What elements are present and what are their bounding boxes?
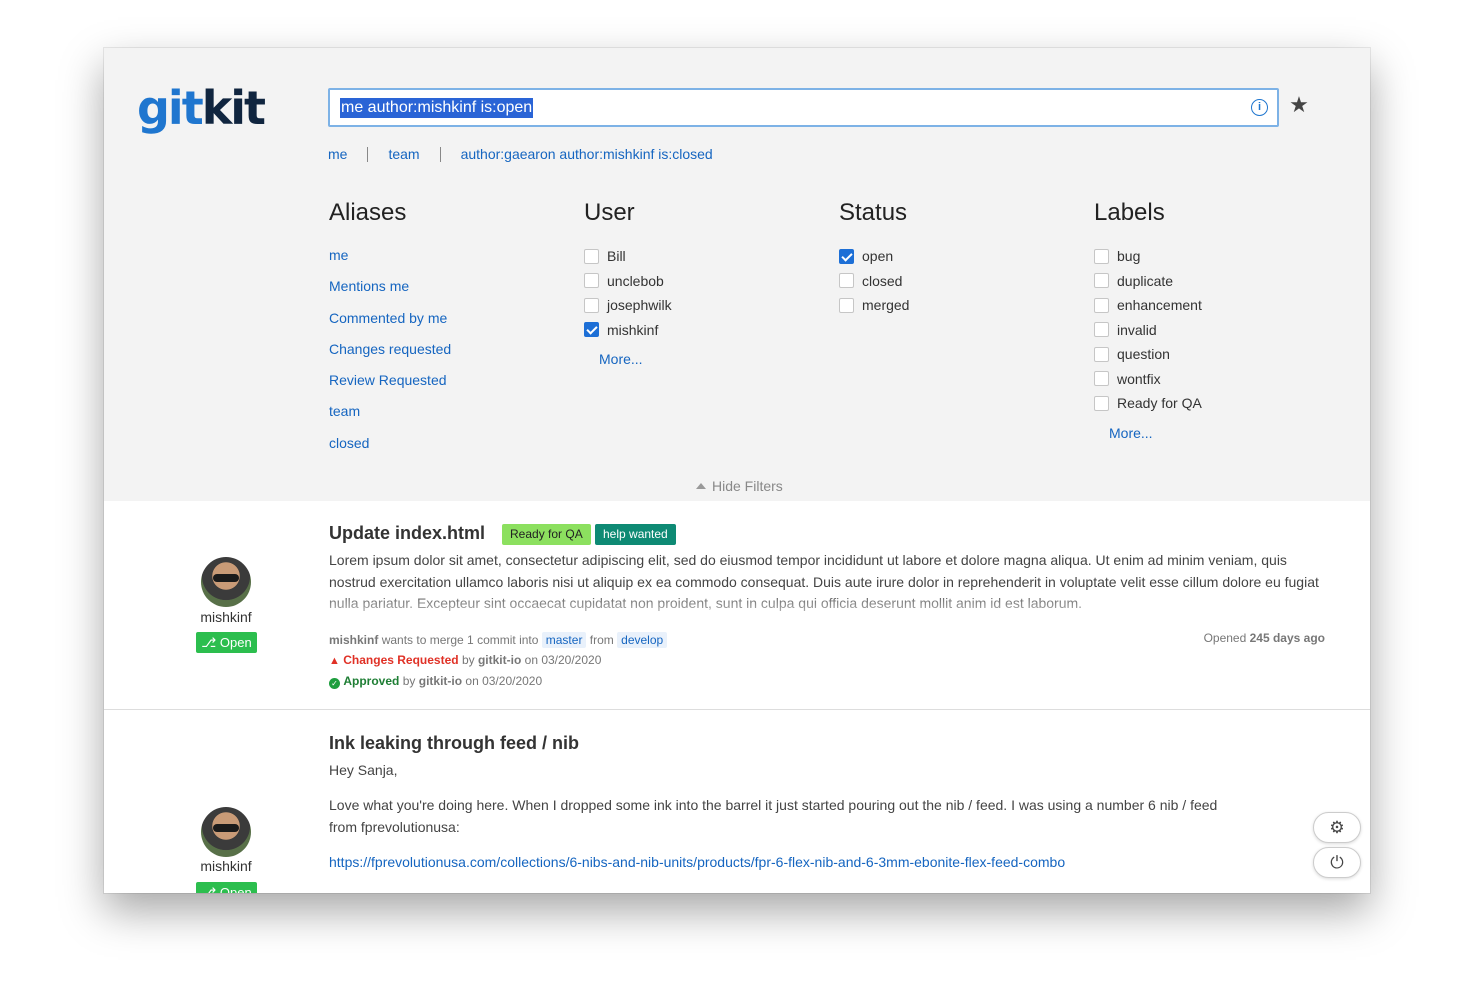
alias-changes-requested[interactable]: Changes requested: [329, 339, 451, 370]
checkbox[interactable]: [584, 297, 599, 313]
label-help-wanted[interactable]: help wanted: [595, 524, 676, 545]
user-filter-bill[interactable]: Bill: [584, 244, 672, 269]
alias-team[interactable]: team: [329, 401, 451, 432]
saved-query-me[interactable]: me: [328, 146, 347, 162]
head-branch[interactable]: develop: [617, 632, 668, 648]
label-ready-for-qa[interactable]: Ready for QA: [502, 524, 591, 545]
label-filter-question[interactable]: question: [1094, 342, 1202, 367]
label-filter-duplicate[interactable]: duplicate: [1094, 269, 1202, 294]
checkbox[interactable]: [1094, 248, 1109, 264]
checkbox[interactable]: [1094, 346, 1109, 362]
user-more-link[interactable]: More...: [599, 351, 672, 367]
star-icon[interactable]: ★: [1287, 93, 1311, 117]
alias-commented-by-me[interactable]: Commented by me: [329, 308, 451, 339]
pull-request-icon: ⎇: [201, 635, 217, 650]
app-window: gitkit me author:mishkinf is:open i ★ me…: [104, 48, 1370, 893]
review-approved: ✓ Approved by gitkit-io on 03/20/2020: [329, 671, 542, 692]
warning-icon: ▲: [329, 655, 340, 667]
author-name: mishkinf: [200, 858, 252, 874]
pull-request-item[interactable]: mishkinf ⎇ Open Ink leaking through feed…: [104, 711, 1370, 893]
checkbox[interactable]: [1094, 395, 1109, 411]
gitkit-logo[interactable]: gitkit: [137, 80, 266, 136]
checkbox[interactable]: [839, 273, 854, 289]
avatar[interactable]: [201, 807, 251, 857]
settings-button[interactable]: ⚙: [1313, 812, 1361, 843]
status-badge-open: ⎇ Open: [196, 632, 257, 653]
labels-heading: Labels: [1094, 199, 1165, 226]
checkbox[interactable]: [1094, 322, 1109, 338]
merge-author[interactable]: mishkinf: [329, 633, 378, 647]
status-filter-open[interactable]: open: [839, 244, 909, 269]
checkbox-checked[interactable]: [839, 248, 854, 264]
pr-link-row: https://fprevolutionusa.com/collections/…: [329, 852, 1329, 874]
user-filter-josephwilk[interactable]: josephwilk: [584, 293, 672, 318]
reviewer-name[interactable]: gitkit-io: [419, 674, 462, 688]
user-heading: User: [584, 199, 635, 226]
user-filter-mishkinf[interactable]: mishkinf: [584, 318, 672, 343]
label-filter-enhancement[interactable]: enhancement: [1094, 293, 1202, 318]
aliases-column: Aliases me Mentions me Commented by me C…: [329, 198, 451, 464]
user-column: User Bill unclebob josephwilk mishkinf M…: [584, 198, 672, 367]
search-query-text: me author:mishkinf is:open: [340, 98, 534, 118]
alias-closed[interactable]: closed: [329, 433, 451, 464]
checkbox[interactable]: [1094, 273, 1109, 289]
opened-age: Opened 245 days ago: [1203, 631, 1325, 645]
alias-review-requested[interactable]: Review Requested: [329, 370, 451, 401]
status-badge-open: ⎇ Open: [196, 882, 257, 893]
status-filter-closed[interactable]: closed: [839, 269, 909, 294]
gear-icon: ⚙: [1329, 817, 1345, 837]
alias-me[interactable]: me: [329, 245, 451, 276]
labels-column: Labels bug duplicate enhancement invalid…: [1094, 198, 1202, 441]
checkbox-checked[interactable]: [584, 322, 599, 338]
search-input[interactable]: me author:mishkinf is:open i: [328, 88, 1279, 127]
pr-description: Lorem ipsum dolor sit amet, consectetur …: [329, 552, 1319, 611]
status-column: Status open closed merged: [839, 198, 909, 318]
reviewer-name[interactable]: gitkit-io: [478, 653, 521, 667]
labels-more-link[interactable]: More...: [1109, 425, 1202, 441]
checkbox[interactable]: [584, 273, 599, 289]
label-filter-wontfix[interactable]: wontfix: [1094, 367, 1202, 392]
logo-git: git: [137, 81, 204, 135]
checkbox[interactable]: [839, 297, 854, 313]
pr-greeting: Hey Sanja,: [329, 762, 398, 778]
pr-external-link[interactable]: https://fprevolutionusa.com/collections/…: [329, 854, 1065, 870]
checkbox[interactable]: [584, 248, 599, 264]
power-icon: ⏻: [1330, 852, 1344, 872]
author-name: mishkinf: [200, 609, 252, 625]
saved-query-team[interactable]: team: [388, 146, 419, 162]
saved-queries: me team author:gaearon author:mishkinf i…: [328, 144, 713, 164]
aliases-heading: Aliases: [329, 199, 407, 226]
base-branch[interactable]: master: [541, 632, 587, 648]
logo-kit: kit: [201, 81, 266, 135]
pull-request-icon: ⎇: [201, 885, 217, 893]
info-icon[interactable]: i: [1251, 99, 1268, 116]
user-filter-unclebob[interactable]: unclebob: [584, 269, 672, 294]
checkbox[interactable]: [1094, 297, 1109, 313]
checkbox[interactable]: [1094, 371, 1109, 387]
alias-mentions-me[interactable]: Mentions me: [329, 276, 451, 307]
avatar[interactable]: [201, 557, 251, 607]
pr-title[interactable]: Update index.html: [329, 523, 485, 544]
label-filter-bug[interactable]: bug: [1094, 244, 1202, 269]
pr-description: Love what you're doing here. When I drop…: [329, 797, 1218, 835]
label-filter-ready-for-qa[interactable]: Ready for QA: [1094, 391, 1202, 416]
status-filter-merged[interactable]: merged: [839, 293, 909, 318]
filter-panel: gitkit me author:mishkinf is:open i ★ me…: [104, 48, 1370, 501]
pull-request-item[interactable]: mishkinf ⎇ Open Update index.html Ready …: [104, 501, 1370, 710]
divider: [439, 146, 441, 162]
check-circle-icon: ✓: [329, 678, 340, 689]
logout-button[interactable]: ⏻: [1313, 847, 1361, 878]
status-heading: Status: [839, 199, 908, 226]
hide-filters-button[interactable]: Hide Filters: [696, 478, 783, 494]
saved-query-closed[interactable]: author:gaearon author:mishkinf is:closed: [461, 146, 713, 162]
label-filter-invalid[interactable]: invalid: [1094, 318, 1202, 343]
pr-title[interactable]: Ink leaking through feed / nib: [329, 733, 579, 754]
caret-up-icon: [696, 483, 706, 489]
divider: [367, 146, 369, 162]
review-changes-requested: ▲ Changes Requested by gitkit-io on 03/2…: [329, 653, 602, 667]
pr-merge-info: mishkinf wants to merge 1 commit into ma…: [329, 630, 668, 651]
